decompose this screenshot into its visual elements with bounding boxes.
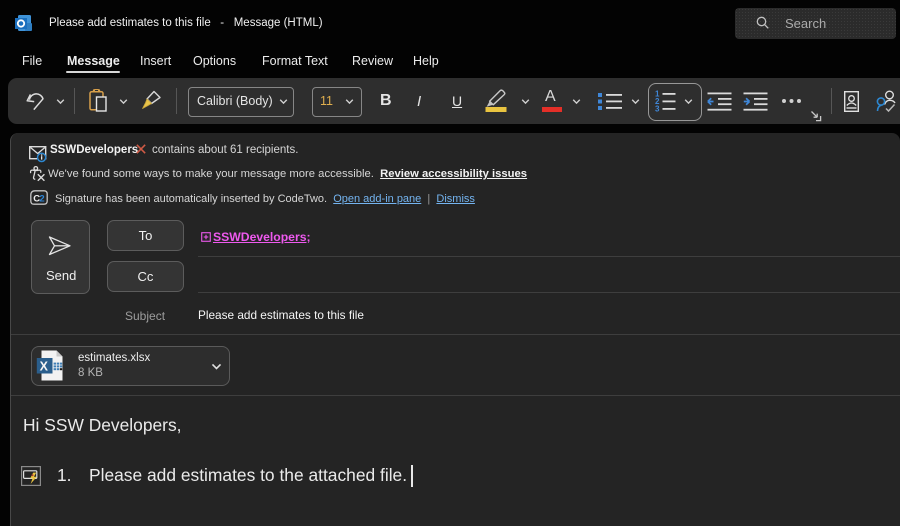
- svg-text:X: X: [40, 360, 49, 374]
- svg-text:3: 3: [655, 105, 660, 114]
- svg-text:2: 2: [39, 194, 44, 205]
